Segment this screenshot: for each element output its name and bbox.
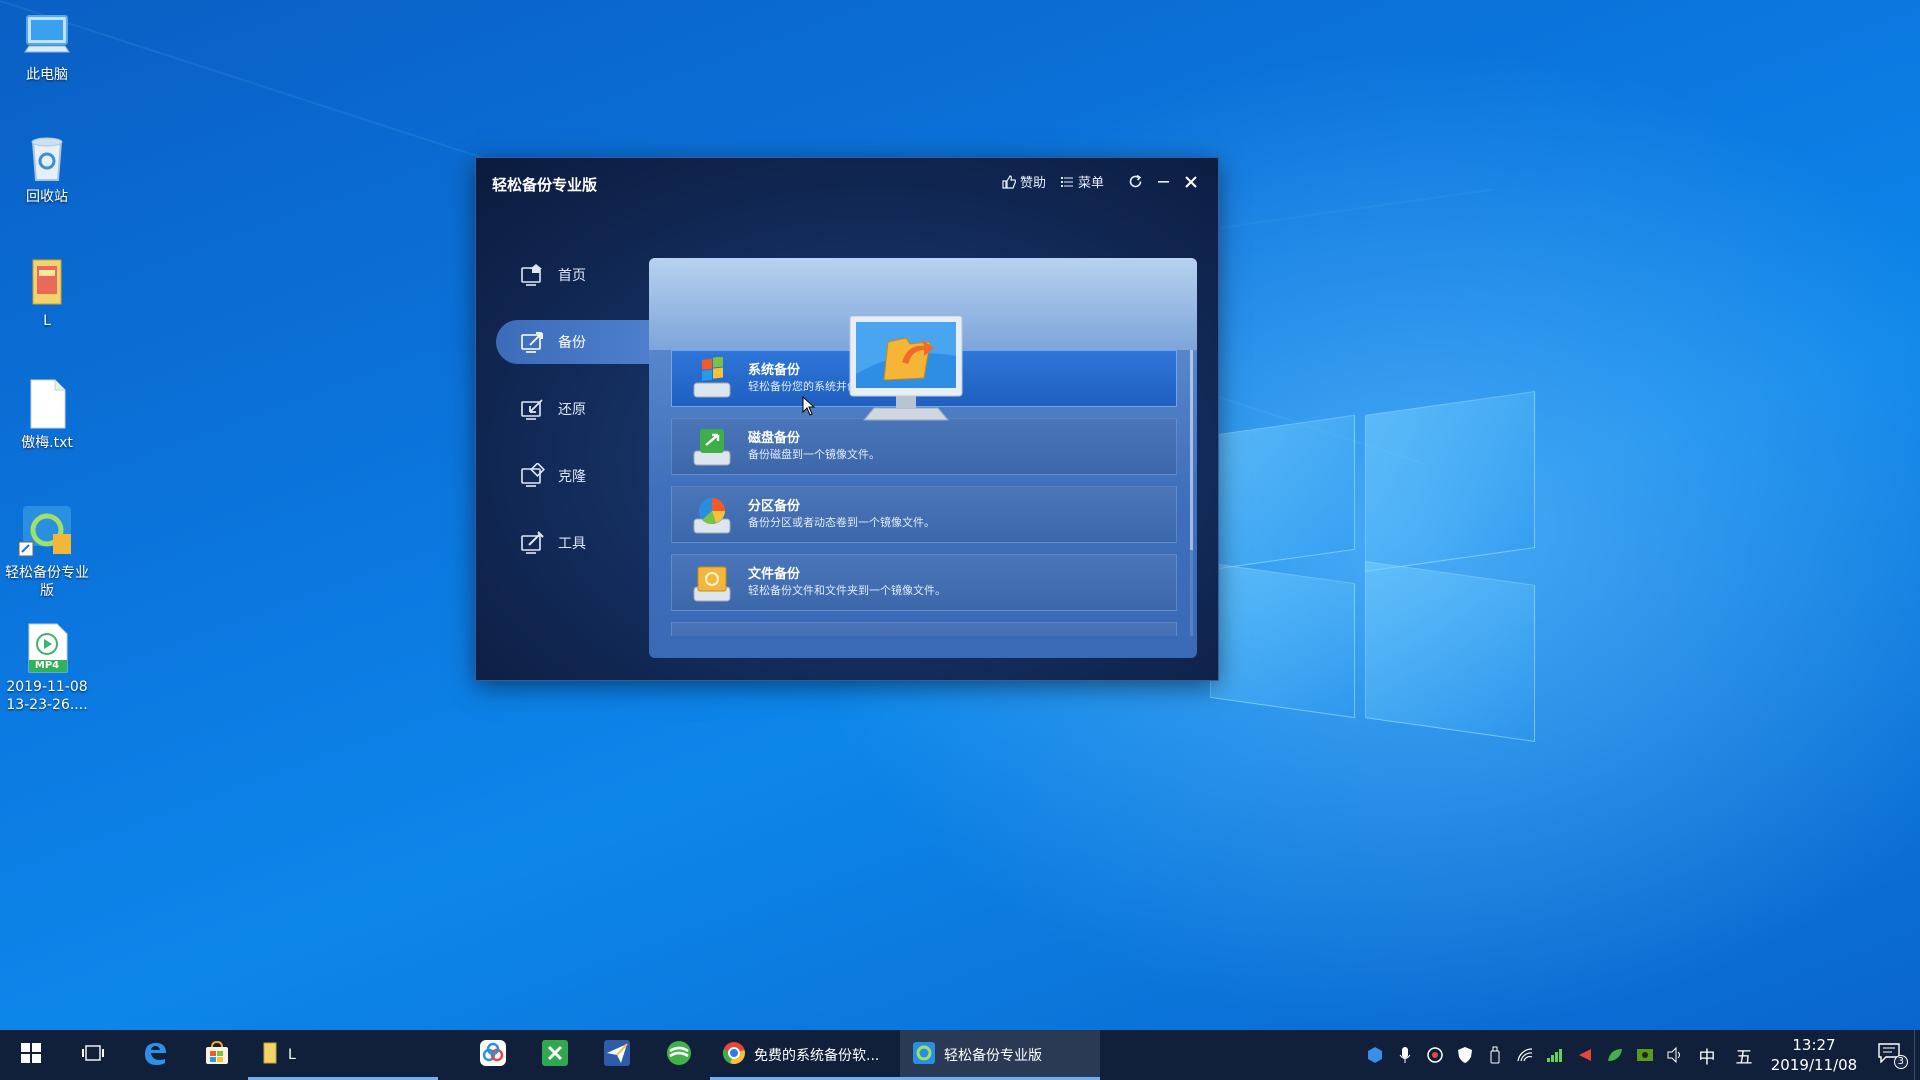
green-leaf-icon[interactable] (1600, 1047, 1630, 1063)
green-browser-icon (665, 1039, 693, 1071)
text-file-icon (21, 378, 73, 430)
home-icon (520, 262, 546, 288)
app-window: 轻松备份专业版 赞助 菜单 首页 备份 还原 克隆 工具 系统备份 磁盘备份 备… (476, 158, 1218, 680)
show-desktop-button[interactable] (1914, 1030, 1920, 1080)
start-button[interactable] (0, 1030, 62, 1080)
clock[interactable]: 13:27 2019/11/08 (1764, 1035, 1864, 1075)
recycle-bin-icon (21, 132, 73, 184)
option-file-backup[interactable]: 文件备份 轻松备份文件和文件夹到一个镜像文件。 (671, 554, 1177, 611)
task-view-button[interactable] (62, 1030, 124, 1080)
windows-start-icon (21, 1043, 41, 1067)
sponsor-button[interactable]: 赞助 (1002, 172, 1046, 191)
cloud-disk-icon (479, 1039, 507, 1071)
title-bar-buttons: 赞助 菜单 (1002, 172, 1198, 191)
close-icon (1184, 175, 1198, 189)
taskbar-store[interactable] (186, 1030, 248, 1080)
partition-pie-icon (690, 493, 734, 537)
taskbar-sheets[interactable] (524, 1030, 586, 1080)
desktop-icon-mp4-file[interactable]: MP4 2019-11-08 13-23-26.... (0, 622, 94, 714)
tools-icon (520, 530, 546, 556)
record-icon[interactable] (1420, 1046, 1450, 1064)
shield-icon[interactable] (1450, 1046, 1480, 1064)
menu-list-icon (1060, 175, 1074, 189)
option-more-partial[interactable] (671, 622, 1177, 636)
refresh-button[interactable] (1128, 174, 1143, 189)
desktop: 此电脑 回收站 L 傲梅.txt 轻松备份专业版 MP4 2019-11-08 … (0, 0, 1920, 1030)
backup-monitor-icon (844, 315, 968, 428)
windows-system-icon (690, 356, 734, 401)
taskbar-app-backup[interactable]: 轻松备份专业版 (900, 1030, 1100, 1080)
scrollbar-thumb[interactable] (1190, 350, 1193, 550)
usb-drive-icon[interactable] (1480, 1046, 1510, 1064)
disk-icon (690, 425, 734, 469)
wifi-icon[interactable] (1510, 1047, 1540, 1063)
desktop-icon-backup-shortcut[interactable]: 轻松备份专业版 (0, 500, 94, 600)
ime-mode-indicator[interactable]: 中 (1690, 1043, 1724, 1068)
folder-icon (21, 256, 73, 308)
file-folder-icon (690, 561, 734, 605)
microphone-icon[interactable] (1390, 1046, 1420, 1064)
paper-plane-icon (603, 1039, 631, 1071)
taskbar-mail[interactable] (586, 1030, 648, 1080)
windows-logo-wallpaper (1210, 385, 1540, 742)
option-partition-backup[interactable]: 分区备份 备份分区或者动态卷到一个镜像文件。 (671, 486, 1177, 543)
minimize-icon (1157, 175, 1170, 188)
restore-icon (520, 396, 546, 422)
nav-item-restore[interactable]: 还原 (496, 387, 674, 431)
clone-icon (520, 462, 546, 489)
backup-app-shortcut-icon (17, 500, 77, 560)
folder-icon (260, 1042, 280, 1068)
spreadsheet-icon (541, 1039, 569, 1071)
mp4-badge: MP4 (34, 660, 60, 671)
desktop-icon-folder-l[interactable]: L (0, 256, 94, 330)
desktop-icon-recycle-bin[interactable]: 回收站 (0, 132, 94, 206)
taskbar-edge[interactable] (124, 1030, 186, 1080)
close-button[interactable] (1184, 175, 1198, 189)
refresh-icon (1128, 174, 1143, 189)
nav-item-backup[interactable]: 备份 (496, 320, 674, 364)
system-tray: 中 五 13:27 2019/11/08 3 (1360, 1030, 1920, 1080)
desktop-icon-this-pc[interactable]: 此电脑 (0, 10, 94, 84)
mp4-file-icon: MP4 (21, 622, 73, 674)
side-navigation: 首页 备份 还原 克隆 工具 (496, 253, 674, 588)
mouse-cursor-icon (802, 395, 816, 420)
nvidia-icon[interactable] (1630, 1047, 1660, 1063)
taskbar: L 免费的系统备份软... 轻松备份专业版 中 五 13:27 2019/11/… (0, 1030, 1920, 1080)
backup-icon (520, 329, 546, 355)
tray-box-icon[interactable] (1360, 1046, 1390, 1064)
nav-item-tools[interactable]: 工具 (496, 521, 674, 565)
nav-item-clone[interactable]: 克隆 (496, 454, 674, 498)
desktop-icon-text-file[interactable]: 傲梅.txt (0, 378, 94, 452)
nav-item-home[interactable]: 首页 (496, 253, 674, 297)
notification-count: 3 (1893, 1055, 1908, 1069)
notification-center-button[interactable]: 3 (1864, 1043, 1914, 1069)
ime-layout-indicator[interactable]: 五 (1724, 1043, 1764, 1068)
thumbs-up-icon (1002, 174, 1016, 189)
store-bag-icon (204, 1040, 230, 1070)
options-scrollbar[interactable] (1190, 350, 1193, 636)
computer-icon (21, 10, 73, 62)
backup-app-icon (912, 1041, 936, 1069)
app-title: 轻松备份专业版 (492, 176, 598, 194)
edge-browser-icon (142, 1040, 168, 1070)
red-arrow-icon[interactable] (1570, 1047, 1600, 1063)
minimize-button[interactable] (1157, 175, 1170, 188)
taskbar-app-chrome[interactable]: 免费的系统备份软... (710, 1030, 900, 1080)
menu-button[interactable]: 菜单 (1060, 172, 1104, 191)
clock-date: 2019/11/08 (1770, 1056, 1858, 1074)
speaker-icon[interactable] (1660, 1047, 1690, 1063)
clock-time: 13:27 (1792, 1036, 1836, 1054)
taskbar-app-folder-l[interactable]: L (248, 1030, 438, 1080)
task-view-icon (82, 1043, 104, 1067)
signal-bars-icon[interactable] (1540, 1047, 1570, 1063)
backup-options-panel: 系统备份 轻松备份您的系统并创建系统分区的镜像。 磁盘备份 备份磁盘到一个镜像文… (649, 258, 1197, 658)
chrome-icon (722, 1041, 746, 1069)
taskbar-360-browser[interactable] (648, 1030, 710, 1080)
taskbar-baidu-netdisk[interactable] (462, 1030, 524, 1080)
